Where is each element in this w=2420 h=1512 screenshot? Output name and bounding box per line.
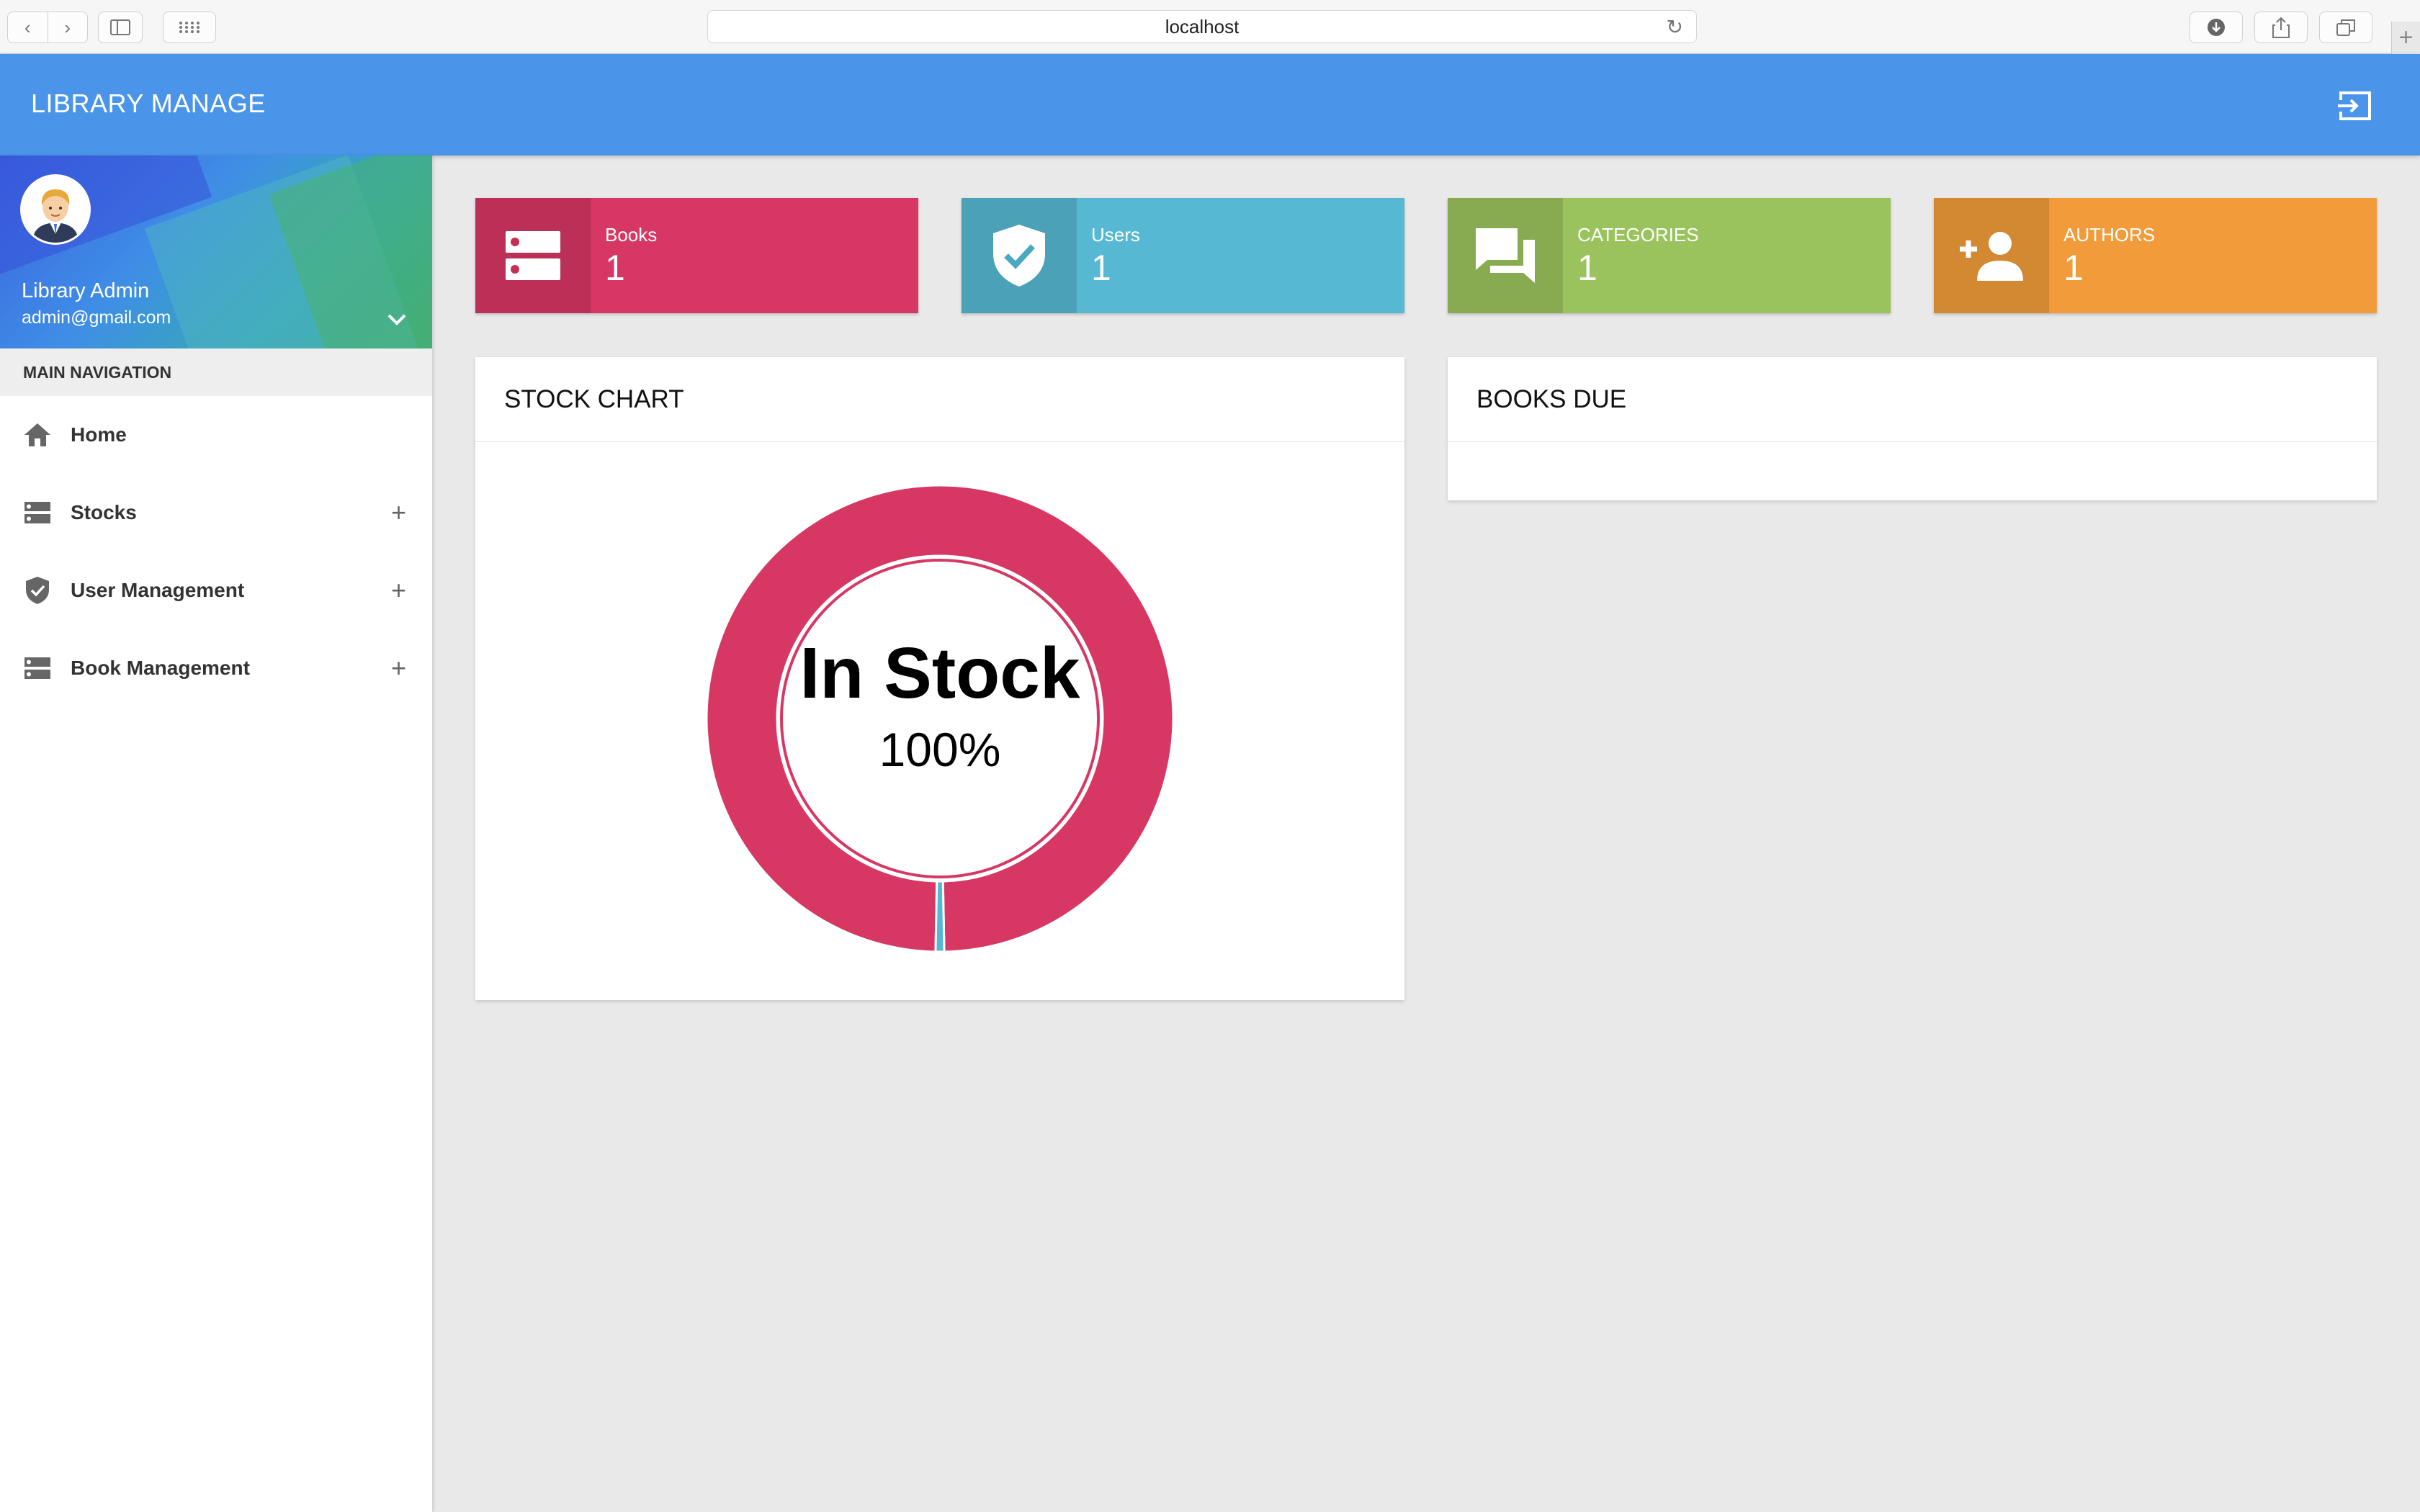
donut-chart: In Stock 100%: [705, 484, 1175, 953]
sidebar-item-user-management[interactable]: User Management +: [0, 552, 432, 629]
card-title: BOOKS DUE: [1448, 357, 2377, 442]
home-icon: [23, 420, 52, 449]
history-nav: ‹ ›: [7, 12, 88, 43]
info-box-categories[interactable]: CATEGORIES 1: [1448, 198, 1891, 313]
expand-icon[interactable]: +: [391, 577, 406, 603]
browser-toolbar: ‹ › localhost ↻ +: [0, 0, 2420, 54]
sidebar-item-label: Stocks: [71, 501, 137, 523]
center-label: In Stock: [800, 633, 1080, 714]
forward-icon[interactable]: ›: [48, 12, 88, 42]
donut-hole: [781, 560, 1098, 877]
sidebar-item-label: Book Management: [71, 657, 250, 679]
info-box-value: 1: [605, 248, 625, 288]
url-text: localhost: [1165, 15, 1240, 37]
shield-check-icon: [962, 198, 1077, 313]
reload-icon[interactable]: ↻: [1667, 15, 1683, 39]
center-value: 100%: [879, 723, 1001, 776]
new-tab-icon[interactable]: +: [2391, 22, 2420, 54]
forum-icon: [1448, 198, 1563, 313]
info-box-value: 1: [1577, 248, 1597, 288]
share-icon[interactable]: [2254, 12, 2308, 43]
info-box-label: AUTHORS: [2063, 224, 2156, 246]
user-name: Library Admin: [22, 279, 150, 302]
user-email: admin@gmail.com: [22, 307, 171, 328]
avatar[interactable]: [20, 174, 91, 245]
app-title: LIBRARY MANAGE: [31, 89, 266, 118]
back-icon[interactable]: ‹: [8, 12, 48, 42]
sidebar: Library Admin admin@gmail.com MAIN NAVIG…: [0, 156, 432, 1512]
logout-icon[interactable]: [2336, 90, 2372, 122]
user-panel: Library Admin admin@gmail.com: [0, 156, 432, 348]
storage-icon: [23, 654, 52, 683]
sidebar-item-label: User Management: [71, 579, 245, 601]
sidebar-item-label: Home: [71, 423, 127, 446]
sidebar-item-home[interactable]: Home: [0, 396, 432, 474]
sidebar-item-stocks[interactable]: Stocks +: [0, 474, 432, 552]
nav-section-header: MAIN NAVIGATION: [0, 348, 432, 396]
shield-check-icon: [23, 576, 52, 605]
download-icon[interactable]: [2190, 12, 2243, 43]
sidebar-toggle-icon[interactable]: [98, 12, 143, 43]
donut-slice-out-of-stock[interactable]: [934, 880, 946, 953]
info-box-value: 1: [2063, 248, 2084, 288]
info-box-value: 1: [1091, 248, 1111, 288]
expand-icon[interactable]: +: [391, 655, 406, 681]
tabs-icon[interactable]: [2319, 12, 2372, 43]
info-box-users[interactable]: Users 1: [962, 198, 1404, 313]
info-box-label: CATEGORIES: [1577, 224, 1699, 246]
app-header: LIBRARY MANAGE: [0, 54, 2420, 156]
expand-icon[interactable]: +: [391, 500, 406, 526]
storage-icon: [475, 198, 591, 313]
info-box-books[interactable]: Books 1: [475, 198, 918, 313]
info-box-label: Users: [1091, 224, 1140, 246]
grid-icon[interactable]: [163, 12, 216, 43]
info-box-label: Books: [605, 224, 658, 246]
sidebar-item-book-management[interactable]: Book Management +: [0, 629, 432, 707]
stock-chart-card: STOCK CHART In Stock 100%: [475, 357, 1404, 1000]
person-add-icon: [1934, 198, 2049, 313]
card-title: STOCK CHART: [475, 357, 1404, 442]
chevron-down-icon[interactable]: [386, 312, 408, 327]
address-bar[interactable]: localhost ↻: [707, 10, 1697, 43]
storage-icon: [23, 498, 52, 527]
stock-chart: In Stock 100%: [475, 442, 1404, 1000]
books-due-card: BOOKS DUE: [1448, 357, 2377, 500]
info-box-authors[interactable]: AUTHORS 1: [1934, 198, 2377, 313]
